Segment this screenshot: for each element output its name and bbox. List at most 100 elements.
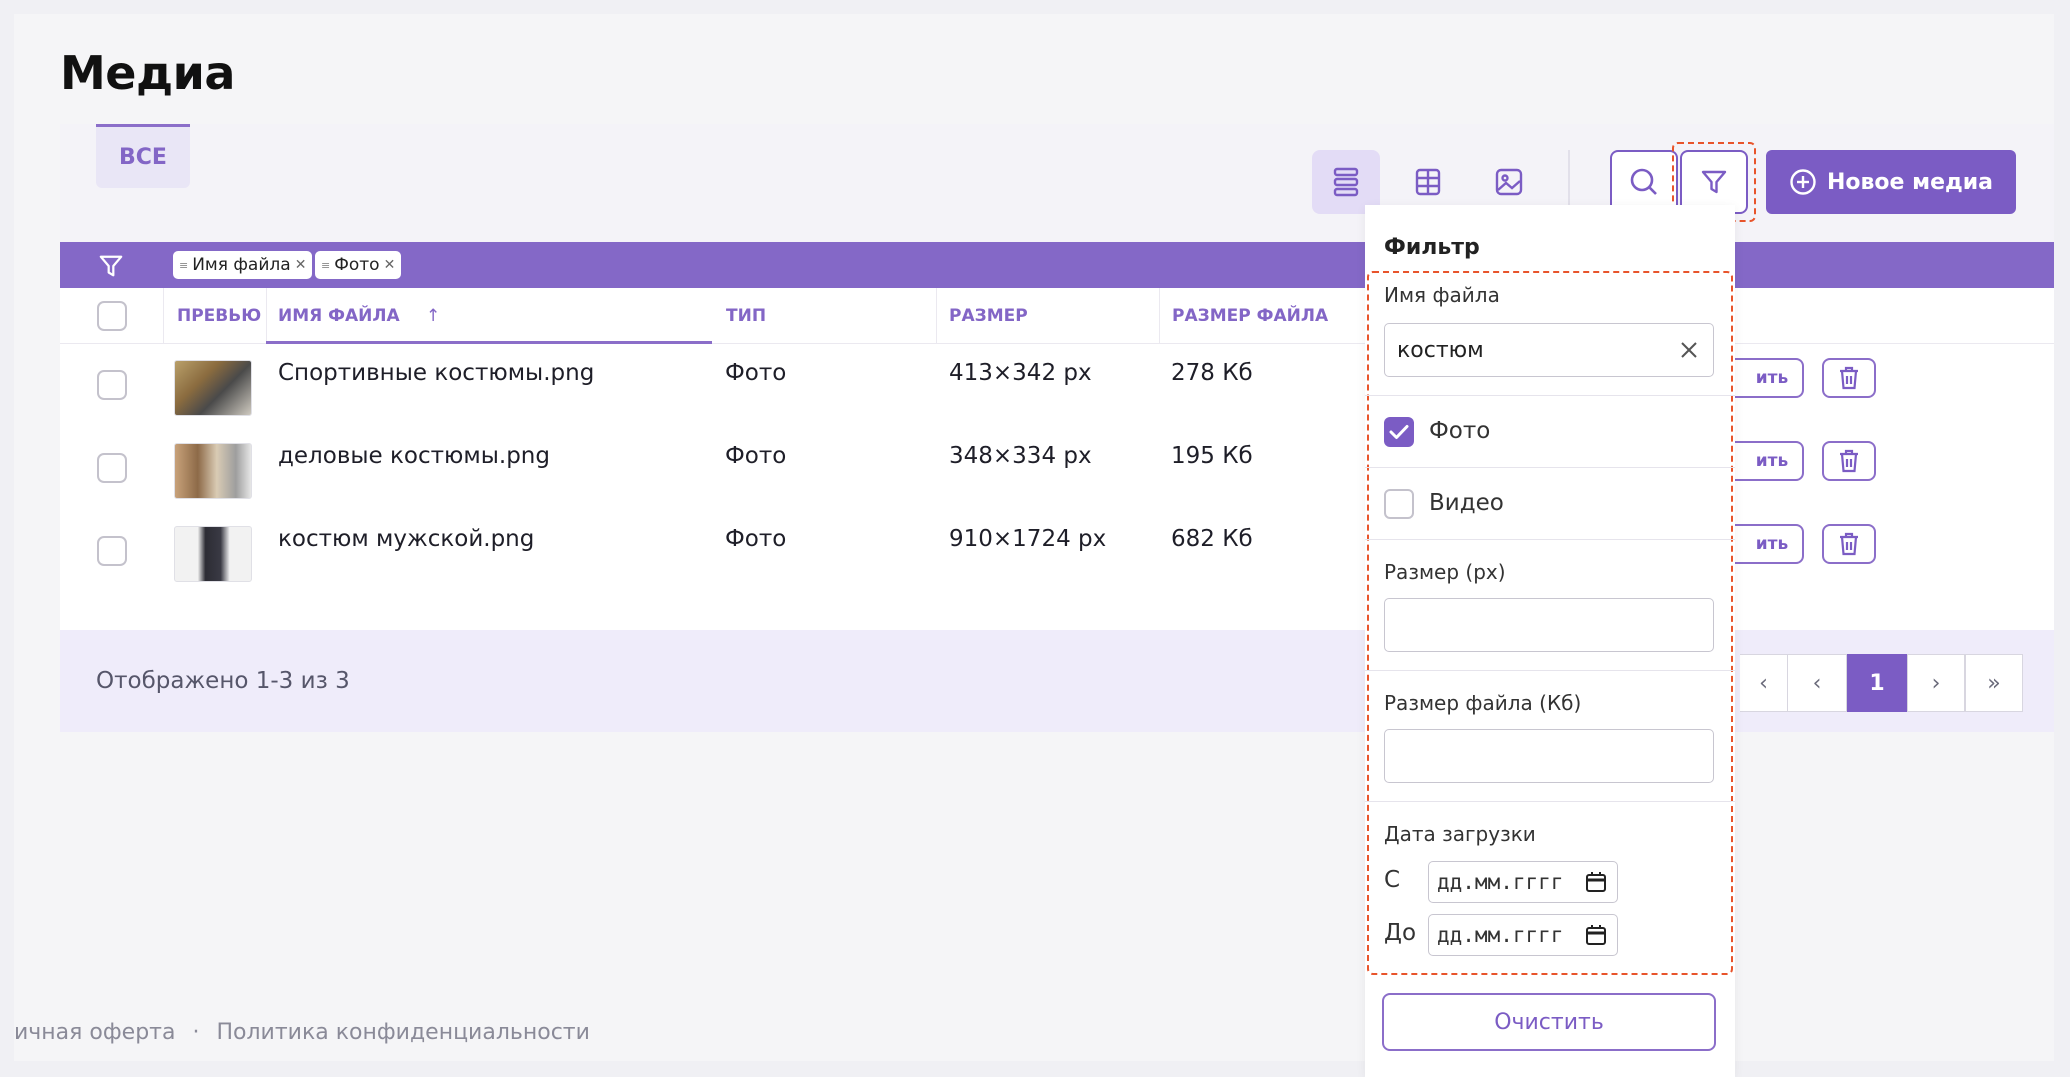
file-name: Спортивные костюмы.png (278, 360, 595, 386)
video-label: Видео (1429, 490, 1504, 516)
privacy-link[interactable]: Политика конфиденциальности (216, 1020, 589, 1045)
column-preview[interactable]: ПРЕВЬЮ (177, 306, 261, 326)
size-input[interactable] (1384, 598, 1714, 652)
clear-input-icon[interactable] (1679, 340, 1699, 360)
tab-all[interactable]: ВСЕ (96, 124, 190, 188)
table-row: деловые костюмы.png Фото 348×334 px 195 … (60, 427, 2054, 511)
trash-icon (1840, 532, 1858, 556)
file-size-input[interactable] (1384, 729, 1714, 783)
preview-thumbnail[interactable] (174, 443, 252, 499)
date-to-label: До (1384, 920, 1417, 946)
filename-input[interactable]: костюм (1384, 323, 1714, 377)
panel-divider (1365, 539, 1735, 540)
funnel-icon[interactable] (98, 253, 124, 279)
calendar-icon[interactable] (1585, 871, 1607, 893)
footer-links: ичная оферта · Политика конфиденциальнос… (14, 1020, 590, 1045)
column-divider (1159, 288, 1160, 344)
next-page-button[interactable]: › (1907, 654, 1965, 712)
clear-filters-button[interactable]: Очистить (1382, 993, 1716, 1051)
video-checkbox[interactable] (1384, 489, 1414, 519)
file-type: Фото (725, 443, 787, 469)
grid-icon (1415, 168, 1441, 196)
delete-button[interactable] (1822, 358, 1876, 398)
filter-chip-label: Имя файла (192, 255, 291, 275)
date-from-placeholder: дд.мм.гггг (1437, 870, 1564, 894)
delete-button[interactable] (1822, 441, 1876, 481)
sort-asc-icon: ↑ (426, 306, 441, 326)
preview-thumbnail[interactable] (174, 360, 252, 416)
list-view-icon (1333, 167, 1359, 197)
delete-button[interactable] (1822, 524, 1876, 564)
column-divider (163, 288, 164, 344)
row-checkbox[interactable] (97, 536, 127, 566)
file-size: 195 Кб (1171, 443, 1253, 469)
page-container: Медиа ВСЕ Новое медиа ≡ Имя файла ✕ ≡ Фо… (14, 14, 2054, 1061)
filename-value: костюм (1397, 337, 1484, 363)
row-checkbox[interactable] (97, 370, 127, 400)
new-media-button[interactable]: Новое медиа (1766, 150, 2016, 214)
check-icon (1389, 425, 1409, 439)
media-table: ПРЕВЬЮ ИМЯ ФАЙЛА ↑ ТИП РАЗМЕР РАЗМЕР ФАЙ… (60, 288, 2054, 630)
file-name: костюм мужской.png (278, 526, 535, 552)
preview-thumbnail[interactable] (174, 526, 252, 582)
table-row: Спортивные костюмы.png Фото 413×342 px 2… (60, 344, 2054, 428)
remove-chip-icon[interactable]: ✕ (295, 257, 307, 273)
column-name: ИМЯ ФАЙЛА (278, 306, 400, 326)
file-size: 682 Кб (1171, 526, 1253, 552)
image-size: 413×342 px (949, 360, 1092, 386)
edit-label: ить (1755, 368, 1789, 388)
edit-label: ить (1755, 451, 1789, 471)
panel-divider (1365, 670, 1735, 671)
image-icon (1495, 168, 1523, 196)
funnel-icon (1701, 170, 1727, 194)
search-icon (1630, 168, 1657, 195)
page-title: Медиа (60, 46, 235, 100)
pagination-bar: Отображено 1-3 из 3 ‹ ‹ 1 › » (60, 630, 2054, 732)
date-to-input[interactable]: дд.мм.гггг (1428, 914, 1618, 956)
footer-separator: · (192, 1020, 200, 1045)
filter-chip-photo[interactable]: ≡ Фото ✕ (315, 251, 402, 279)
trash-icon (1840, 449, 1858, 473)
file-size: 278 Кб (1171, 360, 1253, 386)
date-from-label: С (1384, 867, 1401, 893)
file-size-label: Размер файла (Кб) (1384, 691, 1582, 715)
panel-divider (1365, 801, 1735, 802)
date-from-input[interactable]: дд.мм.гггг (1428, 861, 1618, 903)
file-name: деловые костюмы.png (278, 443, 550, 469)
upload-date-label: Дата загрузки (1384, 822, 1536, 846)
date-to-placeholder: дд.мм.гггг (1437, 923, 1564, 947)
table-header: ПРЕВЬЮ ИМЯ ФАЙЛА ↑ ТИП РАЗМЕР РАЗМЕР ФАЙ… (60, 288, 2054, 344)
column-size[interactable]: РАЗМЕР (949, 306, 1028, 326)
page-1-button[interactable]: 1 (1847, 654, 1907, 712)
column-divider (936, 288, 937, 344)
filter-panel: Фильтр Имя файла костюм Фото Видео Разме… (1365, 205, 1735, 1077)
column-file-size[interactable]: РАЗМЕР ФАЙЛА (1172, 306, 1328, 326)
prev-page-button[interactable]: ‹ (1787, 654, 1847, 712)
remove-chip-icon[interactable]: ✕ (384, 257, 396, 273)
new-media-label: Новое медиа (1826, 169, 1994, 195)
column-type[interactable]: ТИП (726, 306, 766, 326)
plus-circle-icon (1790, 169, 1816, 195)
filename-label: Имя файла (1384, 283, 1500, 307)
photo-label: Фото (1429, 418, 1491, 444)
active-filter-bar: ≡ Имя файла ✕ ≡ Фото ✕ (60, 242, 2054, 288)
table-row: костюм мужской.png Фото 910×1724 px 682 … (60, 510, 2054, 594)
select-all-checkbox[interactable] (97, 301, 127, 331)
file-type: Фото (725, 526, 787, 552)
last-page-button[interactable]: » (1965, 654, 2023, 712)
panel-divider (1365, 467, 1735, 468)
trash-icon (1840, 366, 1858, 390)
media-card: ВСЕ Новое медиа ≡ Имя файла ✕ ≡ Фото ✕ П… (60, 124, 2054, 732)
file-type: Фото (725, 360, 787, 386)
calendar-icon[interactable] (1585, 924, 1607, 946)
filter-panel-title: Фильтр (1384, 235, 1480, 260)
size-label: Размер (px) (1384, 560, 1506, 584)
offer-link[interactable]: ичная оферта (14, 1020, 175, 1045)
edit-label: ить (1755, 534, 1789, 554)
filter-chip-filename[interactable]: ≡ Имя файла ✕ (173, 251, 313, 279)
column-name-sorted[interactable]: ИМЯ ФАЙЛА ↑ (266, 288, 712, 344)
photo-checkbox[interactable] (1384, 417, 1414, 447)
first-page-button[interactable]: ‹ (1740, 654, 1788, 712)
row-checkbox[interactable] (97, 453, 127, 483)
panel-divider (1365, 395, 1735, 396)
